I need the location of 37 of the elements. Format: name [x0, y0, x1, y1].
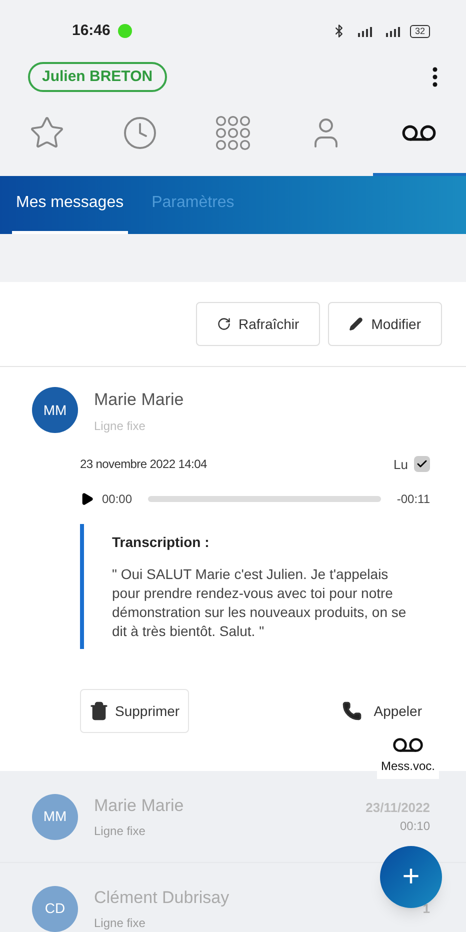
- remaining-time: -00:11: [396, 491, 430, 508]
- message-duration: 00:10: [400, 818, 430, 836]
- line-type: Ligne fixe: [94, 418, 146, 434]
- delete-button[interactable]: Supprimer: [80, 689, 189, 733]
- read-label: Lu: [394, 456, 408, 474]
- status-time: 16:46: [72, 20, 110, 41]
- call-button[interactable]: Appeler: [330, 691, 434, 731]
- keypad-icon: [215, 114, 251, 150]
- pencil-icon: [349, 317, 364, 331]
- clock-icon: [122, 114, 158, 150]
- play-icon[interactable]: [80, 492, 94, 506]
- progress-track[interactable]: [148, 496, 381, 502]
- phone-icon: [342, 701, 362, 721]
- line-type: Ligne fixe: [94, 823, 146, 840]
- action-button[interactable]: Modifier: [328, 302, 442, 346]
- refresh-icon: [216, 317, 231, 331]
- contact-name: Marie Marie: [94, 389, 184, 411]
- trash-icon: [89, 701, 109, 721]
- avatar: MM: [32, 794, 78, 840]
- sub-tab[interactable]: Mes messages: [12, 191, 128, 234]
- voicemail-icon: [392, 737, 424, 753]
- star-icon: [28, 114, 65, 150]
- avatar: CD: [32, 886, 78, 932]
- action-button[interactable]: Rafraîchir: [196, 302, 320, 346]
- contact-name: Marie Marie: [94, 794, 185, 817]
- battery-indicator: 32: [410, 24, 430, 38]
- voicemail-icon: [401, 122, 438, 142]
- transcription-text: " Oui SALUT Marie c'est Julien. Je t'appelais pour prendre rendez-vous avec toi pour notre démonstration sur les nouveaux produits, on se dit à très bientôt. Salut. ": [112, 565, 408, 641]
- elapsed-time: 00:00: [102, 491, 132, 508]
- more-menu-icon[interactable]: [432, 67, 438, 87]
- line-type: Ligne fixe: [94, 915, 146, 932]
- message-date: 23/11/2022: [366, 798, 430, 817]
- message-date: 23 novembre 2022 14:04: [80, 456, 207, 474]
- read-checkbox[interactable]: [414, 456, 430, 472]
- contact-name: Clément Dubrisay: [94, 886, 230, 909]
- transcription-title: Transcription :: [112, 533, 210, 552]
- avatar: MM: [32, 387, 78, 433]
